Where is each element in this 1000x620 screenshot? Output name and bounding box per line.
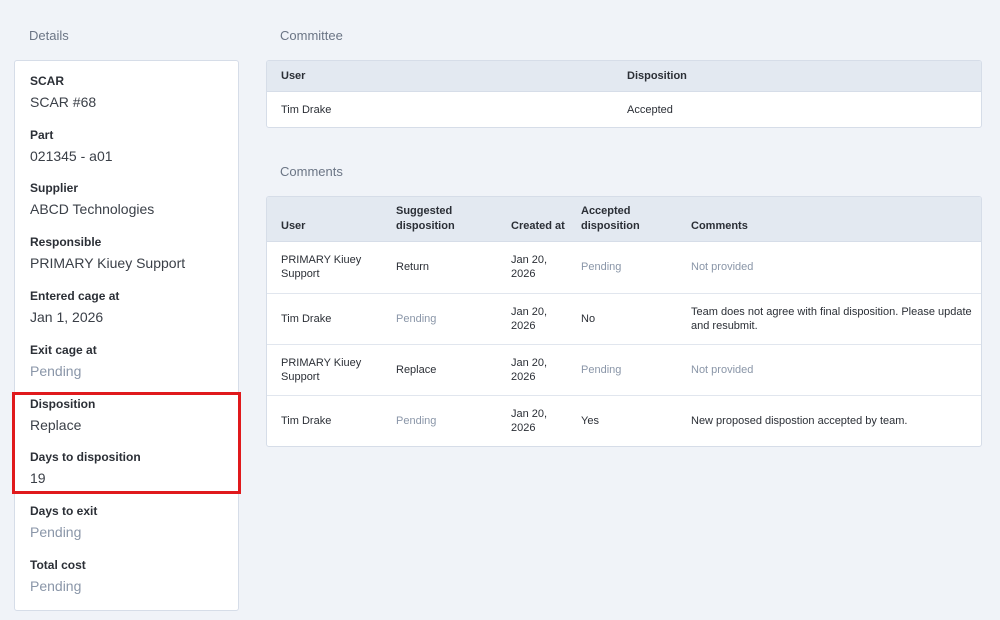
field-total-cost: Total cost Pending [30,558,86,594]
cell-line: Jan 20, [511,306,548,318]
column-header-suggested: Suggested disposition [396,204,455,234]
cell-user: PRIMARY Kiuey Support [281,253,361,281]
field-label: Supplier [30,181,79,195]
field-label: SCAR [30,74,65,88]
cell-comment: Not provided [691,363,753,377]
field-part: Part 021345 - a01 [30,128,113,164]
table-header: User Suggested disposition Created at Ac… [267,197,981,242]
column-header-accepted: Accepted disposition [581,204,640,234]
field-label: Days to disposition [30,450,141,464]
cell-line: 2026 [511,268,536,280]
cell-comment: New proposed dispostion accepted by team… [691,414,907,428]
cell-created: Jan 20, 2026 [511,305,547,333]
field-value: Jan 1, 2026 [30,309,104,325]
cell-line: PRIMARY Kiuey [281,254,362,266]
cell-suggested: Replace [396,364,437,376]
cell-comment: Team does not agree with final dispositi… [691,305,972,333]
cell-disposition: Accepted [627,104,673,116]
field-label: Responsible [30,235,102,249]
cell-line: Jan 20, [511,357,548,369]
comments-title: Comments [280,164,343,179]
field-value: 021345 - a01 [30,148,113,164]
table-row: PRIMARY Kiuey Support Return Jan 20, 202… [267,242,981,294]
column-header-disposition: Disposition [627,70,687,82]
table-row: Tim Drake Pending Jan 20, 2026 No Team d… [267,294,981,345]
cell-comment: Not provided [691,260,753,274]
cell-line: Support [281,268,320,280]
cell-line: New proposed dispostion accepted by team… [691,415,908,427]
field-days-to-disposition: Days to disposition 19 [30,450,141,486]
cell-line: PRIMARY Kiuey [281,357,362,369]
field-label: Entered cage at [30,289,120,303]
header-line: disposition [581,220,640,232]
cell-created: Jan 20, 2026 [511,253,547,281]
cell-suggested: Pending [396,313,437,325]
cell-created: Jan 20, 2026 [511,407,547,435]
comments-table: User Suggested disposition Created at Ac… [266,196,982,447]
cell-line: Not provided [691,364,754,376]
cell-line: and resubmit. [691,320,758,332]
field-label: Days to exit [30,504,98,518]
column-header-user: User [281,70,306,82]
cell-line: 2026 [511,371,536,383]
field-label: Part [30,128,54,142]
cell-line: Jan 20, [511,408,548,420]
cell-user: PRIMARY Kiuey Support [281,356,361,384]
cell-accepted: Yes [581,415,599,427]
header-line: Suggested [396,205,453,217]
cell-suggested: Return [396,261,430,273]
column-header-comments: Comments [691,220,748,232]
header-line: Accepted [581,205,631,217]
cell-accepted: Pending [581,261,622,273]
field-scar: SCAR SCAR #68 [30,74,96,110]
field-responsible: Responsible PRIMARY Kiuey Support [30,235,185,271]
field-label: Total cost [30,558,86,572]
cell-user: Tim Drake [281,104,332,116]
cell-line: Not provided [691,261,754,273]
field-value: 19 [30,470,46,486]
cell-user: Tim Drake [281,313,332,325]
cell-line: Support [281,371,320,383]
field-disposition: Disposition Replace [30,397,95,433]
field-value: Pending [30,524,82,540]
field-days-to-exit: Days to exit Pending [30,504,97,540]
details-card: SCAR SCAR #68 Part 021345 - a01 Supplier… [14,60,239,611]
field-value: ABCD Technologies [30,201,155,217]
cell-line: Team does not agree with final dispositi… [691,306,972,318]
header-line: disposition [396,220,455,232]
details-title: Details [29,28,69,43]
cell-created: Jan 20, 2026 [511,356,547,384]
cell-line: Jan 20, [511,254,548,266]
field-exit-cage: Exit cage at Pending [30,343,97,379]
field-supplier: Supplier ABCD Technologies [30,181,154,217]
column-header-created: Created at [511,220,565,232]
cell-suggested: Pending [396,415,437,427]
committee-table: User Disposition Tim Drake Accepted [266,60,982,128]
cell-accepted: No [581,313,596,325]
cell-accepted: Pending [581,364,622,376]
cell-user: Tim Drake [281,415,332,427]
field-value: Replace [30,417,82,433]
committee-title: Committee [280,28,343,43]
field-entered-cage: Entered cage at Jan 1, 2026 [30,289,119,325]
field-value: PRIMARY Kiuey Support [30,255,186,271]
field-value: Pending [30,578,82,594]
field-value: SCAR #68 [30,94,97,110]
cell-line: 2026 [511,422,536,434]
column-header-user: User [281,220,306,232]
table-header: User Disposition [267,61,981,92]
table-row: Tim Drake Pending Jan 20, 2026 Yes New p… [267,396,981,446]
field-value: Pending [30,363,82,379]
cell-line: 2026 [511,320,536,332]
table-row: PRIMARY Kiuey Support Replace Jan 20, 20… [267,345,981,396]
field-label: Disposition [30,397,96,411]
table-row: Tim Drake Accepted [267,92,981,127]
field-label: Exit cage at [30,343,97,357]
